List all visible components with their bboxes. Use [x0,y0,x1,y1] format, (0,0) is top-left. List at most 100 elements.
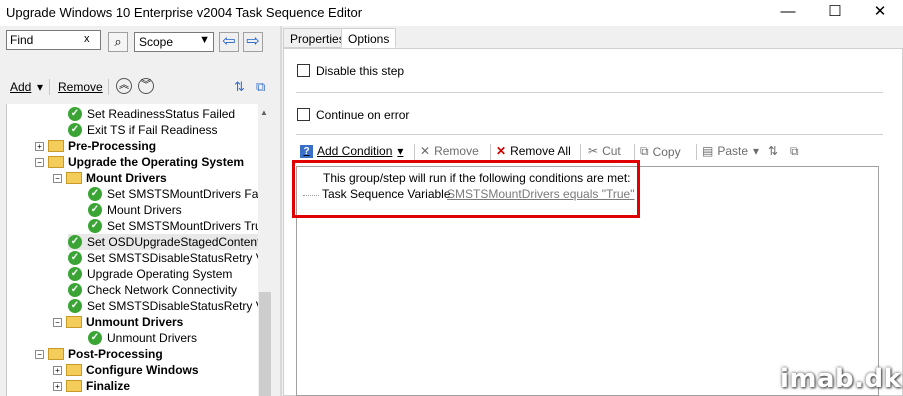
paste-button[interactable]: ▤ Paste ▾ [702,144,759,158]
tree-item[interactable]: ✓ Set ReadinessStatus Failed [68,106,235,122]
continue-on-error-label: Continue on error [316,108,410,122]
cut-label: Cut [602,144,621,158]
group-condition-icon[interactable]: ⧉ [790,144,799,159]
collapse-icon[interactable]: − [35,157,44,167]
disable-step-checkbox[interactable] [297,64,310,77]
check-icon: ✓ [68,251,82,265]
remove-all-button[interactable]: ✕ Remove All [496,144,571,158]
task-sequence-tree: ✓ Set ReadinessStatus Failed ✓ Exit TS i… [6,104,272,396]
tree-group[interactable]: + Configure Windows [53,362,199,378]
tree-group[interactable]: − Unmount Drivers [53,314,183,330]
remove-button[interactable]: Remove [58,80,103,94]
tree-group[interactable]: + Finalize [53,378,130,394]
tree-item-label: Unmount Drivers [86,315,184,329]
tab-label: Options [348,32,390,46]
folder-check-icon [48,348,64,360]
tab-options[interactable]: Options [341,28,397,48]
tab-label: Properties [290,32,345,46]
tree-item[interactable]: ✓ Set SMSTSDisableStatusRetry Varia [68,250,272,266]
maximize-button[interactable]: ☐ [812,0,858,26]
tree-item-selected[interactable]: ✓ Set OSDUpgradeStagedContent [68,234,261,250]
highlight-box [292,160,640,218]
tree-item-label: Set SMSTSMountDrivers True [107,219,269,233]
toolbar-separator [414,144,415,160]
paste-label: Paste [717,144,749,158]
tree-item-label: Check Network Connectivity [87,283,238,297]
move-condition-icon[interactable]: ⇅ [768,144,778,158]
toolbar-separator [634,144,635,160]
check-icon: ✓ [88,219,102,233]
group-icon[interactable]: ⧉ [256,79,265,95]
scrollbar-thumb[interactable] [259,292,271,396]
move-up-icon[interactable]: ︽ [116,78,132,94]
check-icon: ✓ [68,235,82,249]
tree-item-label: Unmount Drivers [107,331,198,345]
chevron-down-icon: ▾ [753,144,760,158]
tree-item-label: Upgrade Operating System [87,267,233,281]
close-button[interactable]: ✕ [857,0,903,26]
remove-condition-button[interactable]: ✕ Remove [420,144,479,158]
check-icon: ✓ [68,283,82,297]
continue-on-error-checkbox[interactable] [297,108,310,121]
folder-check-icon [66,316,82,328]
scope-dropdown[interactable]: Scope ▼ [134,32,214,52]
folder-check-icon [66,364,82,376]
toolbar-separator [490,144,491,160]
tree-item[interactable]: ✓ Upgrade Operating System [68,266,232,282]
tree-item[interactable]: ✓ Exit TS if Fail Readiness [68,122,218,138]
tree-item-label: Set SMSTSMountDrivers False [107,187,272,201]
check-icon: ✓ [68,267,82,281]
copy-button[interactable]: ⧉ Copy [640,144,681,159]
sort-icon[interactable]: ⇅ [234,79,245,95]
copy-icon: ⧉ [640,144,649,158]
add-condition-label: Add Condition [317,144,393,158]
tree-group[interactable]: − Upgrade the Operating System [35,154,244,170]
tree-item-label: Configure Windows [86,363,199,377]
title-bar: Upgrade Windows 10 Enterprise v2004 Task… [0,0,903,26]
remove-label: Remove [434,144,479,158]
find-previous-icon[interactable]: ⇦ [219,32,239,52]
add-condition-button[interactable]: ? Add Condition ▾ [300,144,403,158]
collapse-icon[interactable]: − [53,317,62,327]
search-icon[interactable]: ⌕ [108,32,128,52]
tree-item[interactable]: ✓ Set SMSTSMountDrivers True [88,218,268,234]
tree-item[interactable]: ✓ Mount Drivers [88,202,182,218]
clear-find-button[interactable]: x [84,33,90,45]
check-icon: ✓ [88,203,102,217]
add-dropdown-icon[interactable]: ▾ [37,80,43,94]
cut-button[interactable]: ✂ Cut [588,144,621,158]
find-next-icon[interactable]: ⇨ [243,32,263,52]
add-button[interactable]: Add [10,80,31,94]
disable-step-label: Disable this step [316,64,405,78]
tree-group[interactable]: + Pre-Processing [35,138,156,154]
expand-icon[interactable]: + [35,141,44,151]
check-icon: ✓ [68,299,82,313]
tree-toolbar: Add ▾ Remove ︽ ︾ ⇅ ⧉ [0,76,280,98]
tree-item-label: Mount Drivers [107,203,182,217]
toolbar-separator [49,79,50,95]
expand-icon[interactable]: + [53,365,62,375]
tree-item[interactable]: ✓ Check Network Connectivity [68,282,237,298]
scroll-up-icon[interactable]: ▲ [260,108,268,117]
move-down-icon[interactable]: ︾ [138,78,154,94]
tree-group[interactable]: − Mount Drivers [53,170,167,186]
expand-icon[interactable]: + [53,381,62,391]
tree-item[interactable]: ✓ Set SMSTSMountDrivers False [88,186,272,202]
window-title: Upgrade Windows 10 Enterprise v2004 Task… [6,5,363,20]
scope-value: Scope [139,35,174,49]
tree-item-label: Set SMSTSDisableStatusRetry Varia [87,251,272,265]
tree-item-label: Pre-Processing [68,139,157,153]
tree-item[interactable]: ✓ Set SMSTSDisableStatusRetry Varia [68,298,272,314]
tree-item-label: Mount Drivers [86,171,167,185]
tree-scrollbar[interactable]: ▲ [258,104,272,396]
collapse-icon[interactable]: − [53,173,62,183]
folder-check-icon [48,156,64,168]
tree-item-label: Set SMSTSDisableStatusRetry Varia [87,299,272,313]
tree-item[interactable]: ✓ Unmount Drivers [88,330,197,346]
pane-splitter[interactable] [280,26,282,396]
tree-group[interactable]: − Post-Processing [35,346,163,362]
tree-item-label: Finalize [86,379,131,393]
folder-check-icon [48,140,64,152]
minimize-button[interactable]: — [765,0,811,26]
collapse-icon[interactable]: − [35,349,44,359]
